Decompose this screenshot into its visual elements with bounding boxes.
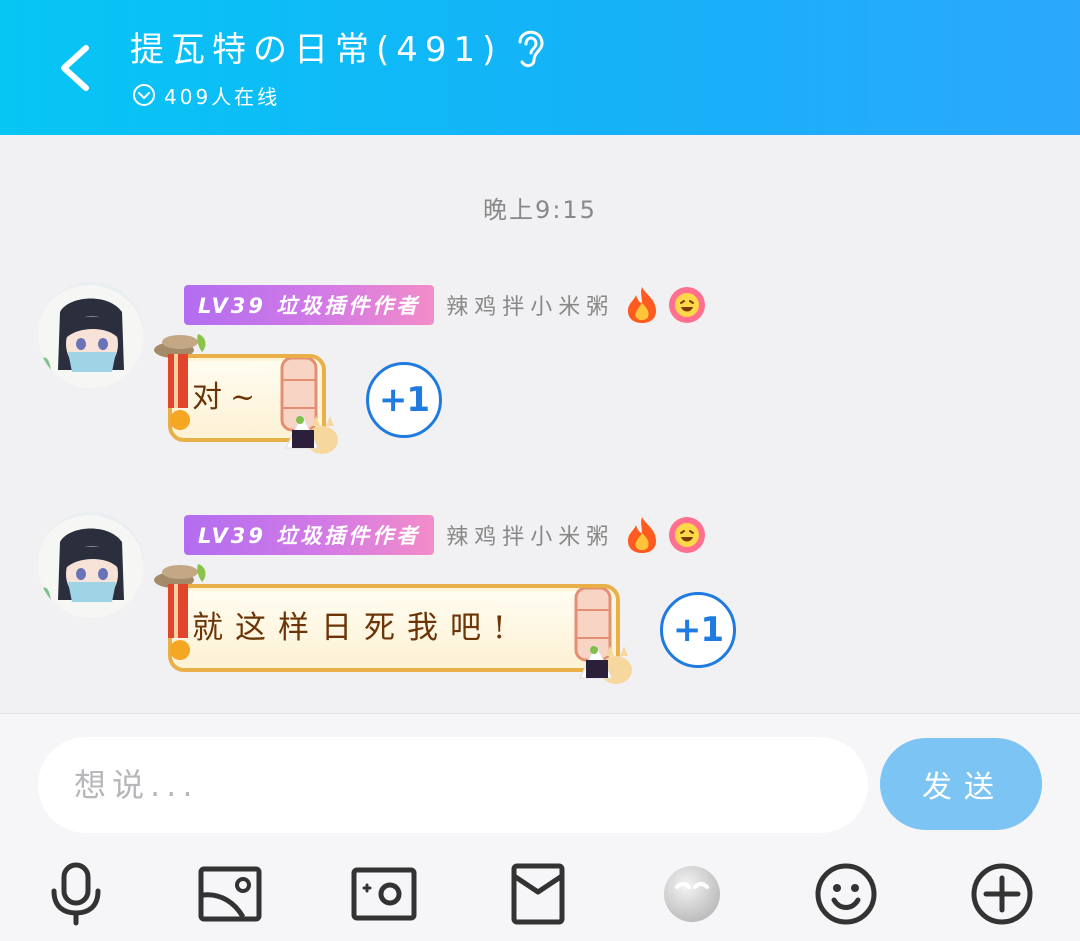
red-packet-icon[interactable] — [498, 854, 578, 934]
chevron-down-circle-icon — [133, 84, 155, 106]
chat-header: 提瓦特の日常(491) 409人在线 — [0, 0, 1080, 135]
sender-meta: LV39 垃圾插件作者 辣鸡拌小米粥 — [184, 515, 706, 555]
timestamp: 晚上9:15 — [483, 196, 597, 224]
bubble-ribbon-icon — [168, 354, 190, 430]
input-bar: 发送 — [0, 713, 1080, 941]
group-title: 提瓦特の日常(491) — [130, 29, 503, 70]
message-item: LV39 垃圾插件作者 辣鸡拌小米粥 — [0, 282, 1080, 482]
chat-area[interactable]: 晚上9:15 LV39 垃圾插件作者 辣鸡拌小米粥 对~ +1 LV39 垃圾插… — [0, 135, 1080, 713]
message-text: 就这样日死我吧! — [192, 609, 518, 646]
message-input[interactable] — [38, 737, 868, 833]
avatar[interactable] — [38, 282, 144, 388]
avatar[interactable] — [38, 512, 144, 618]
group-title-row[interactable]: 提瓦特の日常(491) — [130, 18, 548, 74]
onigiri-cat-icon — [579, 642, 632, 684]
back-arrow-icon[interactable] — [48, 38, 108, 98]
fire-icon[interactable] — [624, 285, 660, 325]
plus-one-button[interactable]: +1 — [366, 362, 442, 438]
camera-icon[interactable] — [344, 854, 424, 934]
message-bubble[interactable]: 对~ — [150, 334, 340, 454]
microphone-icon[interactable] — [36, 854, 116, 934]
message-text: 对~ — [192, 380, 264, 415]
message-item: LV39 垃圾插件作者 辣鸡拌小米粥 — [0, 512, 1080, 712]
smile-flower-icon[interactable] — [668, 286, 706, 324]
emoji-sticker-icon[interactable] — [652, 854, 732, 934]
message-bubble[interactable]: 就这样日死我吧! — [150, 564, 634, 684]
title-badge[interactable]: LV39 垃圾插件作者 — [184, 515, 435, 555]
sender-meta: LV39 垃圾插件作者 辣鸡拌小米粥 — [184, 285, 706, 325]
plus-one-button[interactable]: +1 — [660, 592, 736, 668]
send-button[interactable]: 发送 — [880, 738, 1042, 830]
title-badge[interactable]: LV39 垃圾插件作者 — [184, 285, 435, 325]
smiley-icon[interactable] — [806, 854, 886, 934]
toolbar — [0, 854, 1080, 934]
smile-flower-icon[interactable] — [668, 516, 706, 554]
sender-nickname[interactable]: 辣鸡拌小米粥 — [446, 519, 614, 551]
online-count: 409人在线 — [164, 84, 281, 109]
ear-icon[interactable] — [512, 22, 548, 70]
plus-circle-icon[interactable] — [962, 854, 1042, 934]
sender-nickname[interactable]: 辣鸡拌小米粥 — [446, 289, 614, 321]
fire-icon[interactable] — [624, 515, 660, 555]
online-status-row[interactable]: 409人在线 — [132, 80, 280, 110]
bubble-ribbon-icon — [168, 584, 190, 660]
image-icon[interactable] — [190, 854, 270, 934]
onigiri-cat-icon — [285, 412, 338, 454]
